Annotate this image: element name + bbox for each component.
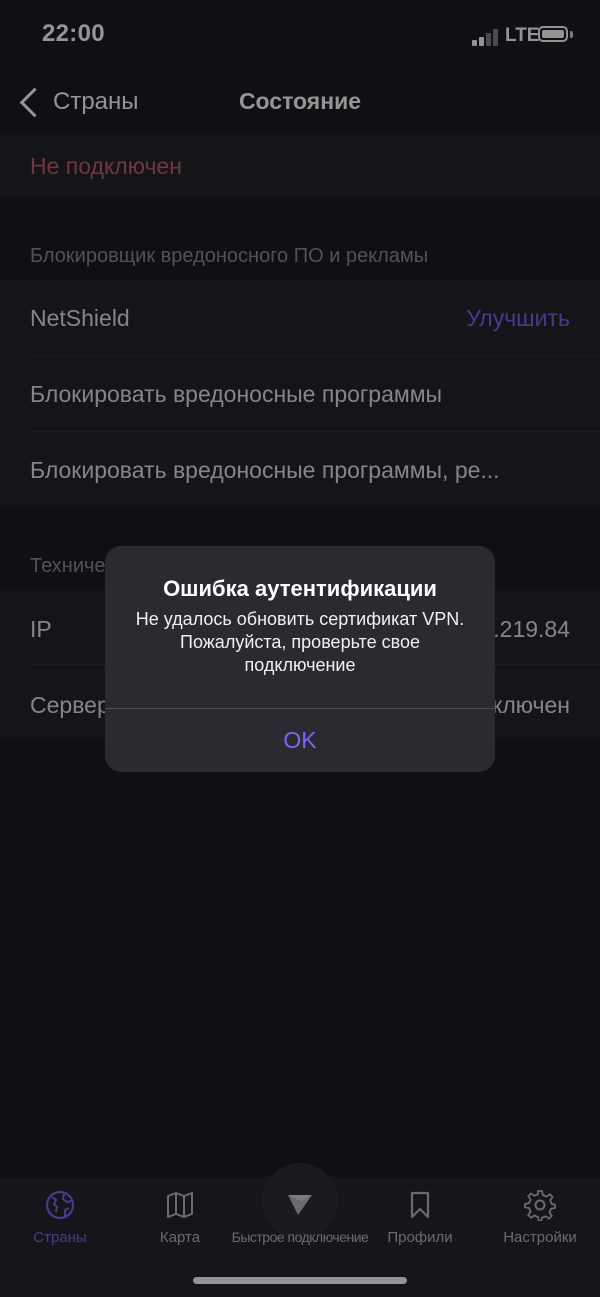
error-alert: Ошибка аутентификации Не удалось обновит…: [105, 546, 495, 772]
ok-button[interactable]: OK: [105, 709, 495, 772]
alert-message: Не удалось обновить сертификат VPN. Пожа…: [135, 609, 465, 675]
screen: 22:00 LTE Страны Состояние Не подключен …: [0, 0, 600, 1297]
alert-title: Ошибка аутентификации: [163, 576, 437, 601]
